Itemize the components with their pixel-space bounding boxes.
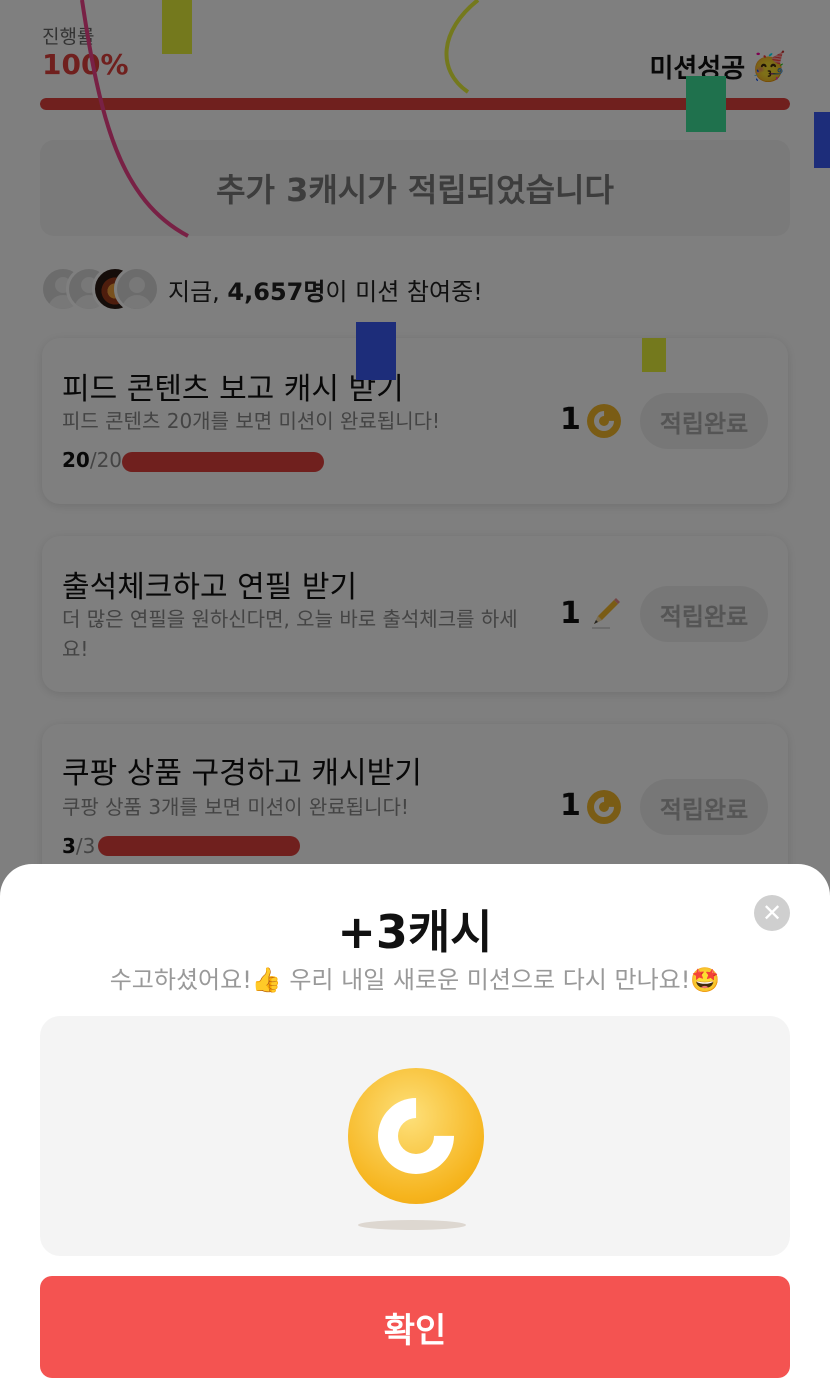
confirm-button[interactable]: 확인 <box>40 1276 790 1378</box>
close-icon[interactable]: ✕ <box>754 895 790 931</box>
reward-subtitle: 수고하셨어요!👍 우리 내일 새로운 미션으로 다시 만나요!🤩 <box>109 966 721 994</box>
cash-coin-icon <box>348 1068 484 1204</box>
coin-shadow <box>358 1220 466 1230</box>
coin-panel <box>40 1016 790 1256</box>
reward-title: +3캐시 <box>337 905 493 959</box>
reward-bottom-sheet: +3캐시 ✕ 수고하셨어요!👍 우리 내일 새로운 미션으로 다시 만나요!🤩 … <box>0 864 830 1400</box>
